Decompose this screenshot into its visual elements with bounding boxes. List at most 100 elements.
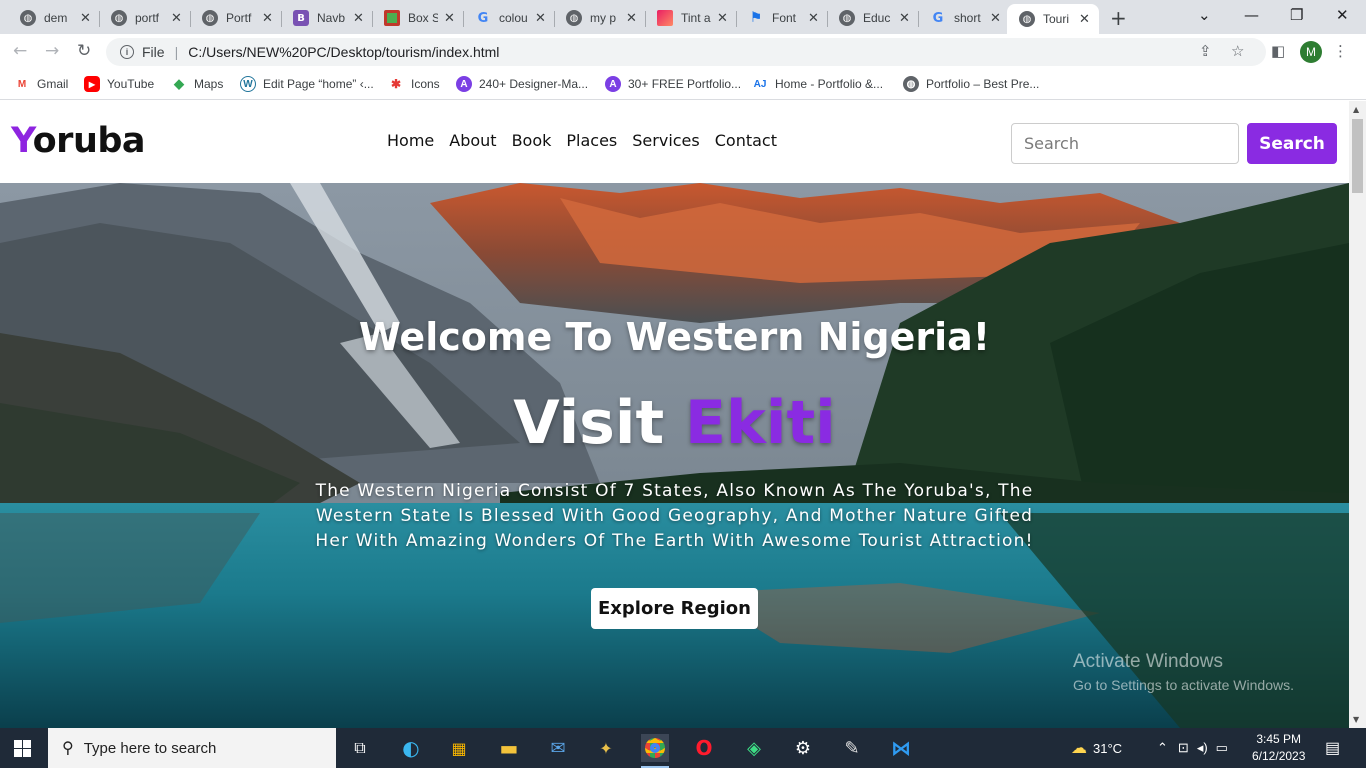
- bookmark-item[interactable]: ▶ YouTube: [84, 76, 154, 92]
- browser-tab[interactable]: ◍ Educ ✕: [827, 4, 919, 32]
- browser-tab[interactable]: ◍ Portf ✕: [190, 4, 282, 32]
- minimize-icon[interactable]: —: [1244, 6, 1259, 24]
- info-icon[interactable]: i: [120, 45, 134, 59]
- opera-icon[interactable]: O: [690, 734, 718, 762]
- bookmark-item[interactable]: M Gmail: [14, 76, 69, 92]
- scroll-down-icon[interactable]: ▼: [1353, 715, 1359, 724]
- app-diamond-icon[interactable]: ◈: [740, 734, 768, 762]
- address-bar[interactable]: i File | C:/Users/NEW%20PC/Desktop/touri…: [106, 38, 1266, 66]
- nav-link-home[interactable]: Home: [387, 131, 434, 150]
- site-logo[interactable]: Yoruba: [11, 121, 146, 161]
- reload-icon[interactable]: ↻: [77, 41, 91, 61]
- nav-link-services[interactable]: Services: [632, 131, 699, 150]
- address-url[interactable]: C:/Users/NEW%20PC/Desktop/tourism/index.…: [188, 44, 499, 60]
- taskbar-search-box[interactable]: ⚲ Type here to search: [48, 728, 336, 768]
- close-window-icon[interactable]: ✕: [1336, 6, 1349, 24]
- site-search-button[interactable]: Search: [1247, 123, 1337, 164]
- bookmark-label: Icons: [411, 77, 440, 91]
- close-icon[interactable]: ✕: [444, 11, 455, 26]
- browser-tab[interactable]: ◍ portf ✕: [99, 4, 191, 32]
- watermark-title: Activate Windows: [1073, 651, 1223, 672]
- file-explorer-icon[interactable]: ▬: [495, 734, 523, 762]
- bookmark-item[interactable]: AJ Home - Portfolio &...: [752, 76, 883, 92]
- close-icon[interactable]: ✕: [990, 11, 1001, 26]
- browser-tab[interactable]: Box S ✕: [372, 4, 464, 32]
- bookmark-item[interactable]: ◆ Maps: [171, 76, 223, 92]
- edge-icon[interactable]: ◐: [397, 734, 425, 762]
- profile-avatar[interactable]: M: [1300, 41, 1322, 63]
- nav-link-contact[interactable]: Contact: [715, 131, 777, 150]
- paint-icon[interactable]: ✎: [838, 734, 866, 762]
- battery-icon[interactable]: ▭: [1216, 740, 1228, 756]
- clock-time: 3:45 PM: [1256, 732, 1302, 746]
- bookmark-label: Maps: [194, 77, 224, 91]
- browser-tab[interactable]: ◍ dem ✕: [8, 4, 100, 32]
- page-scrollbar[interactable]: ▲ ▼: [1349, 101, 1366, 728]
- browser-tab[interactable]: ⚑ Font ✕: [736, 4, 828, 32]
- back-icon[interactable]: ←: [13, 41, 27, 61]
- scrollbar-thumb[interactable]: [1352, 119, 1363, 193]
- close-icon[interactable]: ✕: [1079, 12, 1090, 27]
- forward-icon[interactable]: →: [45, 41, 59, 61]
- tab-label: Font: [772, 11, 797, 25]
- close-icon[interactable]: ✕: [262, 11, 273, 26]
- weather-widget[interactable]: ☁ 31°C: [1071, 728, 1122, 768]
- bookmark-item[interactable]: A 30+ FREE Portfolio...: [605, 76, 741, 92]
- taskbar-clock[interactable]: 3:45 PM 6/12/2023: [1252, 731, 1305, 765]
- bookmark-label: 30+ FREE Portfolio...: [628, 77, 742, 91]
- bookmark-star-icon[interactable]: ☆: [1231, 42, 1244, 60]
- bookmark-label: Edit Page “home” ‹...: [263, 77, 374, 91]
- taskbar-search-placeholder: Type here to search: [83, 739, 217, 757]
- new-tab-icon[interactable]: +: [1110, 6, 1127, 30]
- tab-search-icon[interactable]: ⌄: [1198, 6, 1211, 24]
- bookmark-item[interactable]: W Edit Page “home” ‹...: [240, 76, 374, 92]
- tab-label: Navb: [317, 11, 346, 25]
- nav-link-places[interactable]: Places: [566, 131, 617, 150]
- bookmark-item[interactable]: ✱ Icons: [388, 76, 440, 92]
- browser-tab[interactable]: B Navb ✕: [281, 4, 373, 32]
- tab-label: Educ: [863, 11, 891, 25]
- explore-region-button[interactable]: Explore Region: [591, 588, 758, 629]
- browser-tab[interactable]: ◍ my p ✕: [554, 4, 646, 32]
- nav-link-book[interactable]: Book: [512, 131, 552, 150]
- network-icon[interactable]: ⊡: [1178, 740, 1189, 756]
- hero-section: Welcome To Western Nigeria! Visit Ekiti …: [0, 183, 1349, 728]
- close-icon[interactable]: ✕: [171, 11, 182, 26]
- settings-icon[interactable]: ⚙: [789, 734, 817, 762]
- bookmark-item[interactable]: A 240+ Designer-Ma...: [456, 76, 588, 92]
- mail-icon[interactable]: ✉: [544, 734, 572, 762]
- bookmark-label: YouTube: [107, 77, 155, 91]
- task-view-icon[interactable]: ⧉: [346, 734, 374, 762]
- chrome-icon[interactable]: [641, 734, 669, 768]
- side-panel-icon[interactable]: ◧: [1271, 42, 1285, 60]
- gmail-icon: M: [17, 78, 27, 90]
- nav-link-about[interactable]: About: [449, 131, 496, 150]
- share-icon[interactable]: ⇪: [1199, 42, 1212, 60]
- tray-chevron-icon[interactable]: ⌃: [1157, 740, 1168, 756]
- search-icon: ⚲: [62, 740, 74, 757]
- photos-app-icon[interactable]: ✦: [592, 734, 620, 762]
- clock-date: 6/12/2023: [1252, 749, 1306, 763]
- close-icon[interactable]: ✕: [80, 11, 91, 26]
- windows-start-icon[interactable]: [14, 740, 31, 757]
- site-search-input[interactable]: [1011, 123, 1239, 164]
- browser-tab[interactable]: Tint a ✕: [645, 4, 737, 32]
- notifications-icon[interactable]: ▤: [1325, 728, 1340, 768]
- store-icon[interactable]: ▦: [445, 734, 473, 762]
- close-icon[interactable]: ✕: [717, 11, 728, 26]
- browser-tab[interactable]: G short ✕: [918, 4, 1010, 32]
- restore-icon[interactable]: ❐: [1290, 6, 1303, 24]
- menu-icon[interactable]: ⋮: [1333, 42, 1348, 60]
- vscode-icon[interactable]: ⋈: [887, 734, 915, 762]
- close-icon[interactable]: ✕: [899, 11, 910, 26]
- close-icon[interactable]: ✕: [353, 11, 364, 26]
- bookmark-item[interactable]: ◍ Portfolio – Best Pre...: [903, 76, 1039, 92]
- close-icon[interactable]: ✕: [626, 11, 637, 26]
- browser-tab[interactable]: G colou ✕: [463, 4, 555, 32]
- scroll-up-icon[interactable]: ▲: [1353, 105, 1359, 114]
- close-icon[interactable]: ✕: [535, 11, 546, 26]
- close-icon[interactable]: ✕: [808, 11, 819, 26]
- volume-icon[interactable]: ◂): [1197, 740, 1208, 756]
- flag-icon: ⚑: [749, 10, 763, 26]
- browser-tab-active[interactable]: ◍ Touri ✕: [1007, 4, 1099, 34]
